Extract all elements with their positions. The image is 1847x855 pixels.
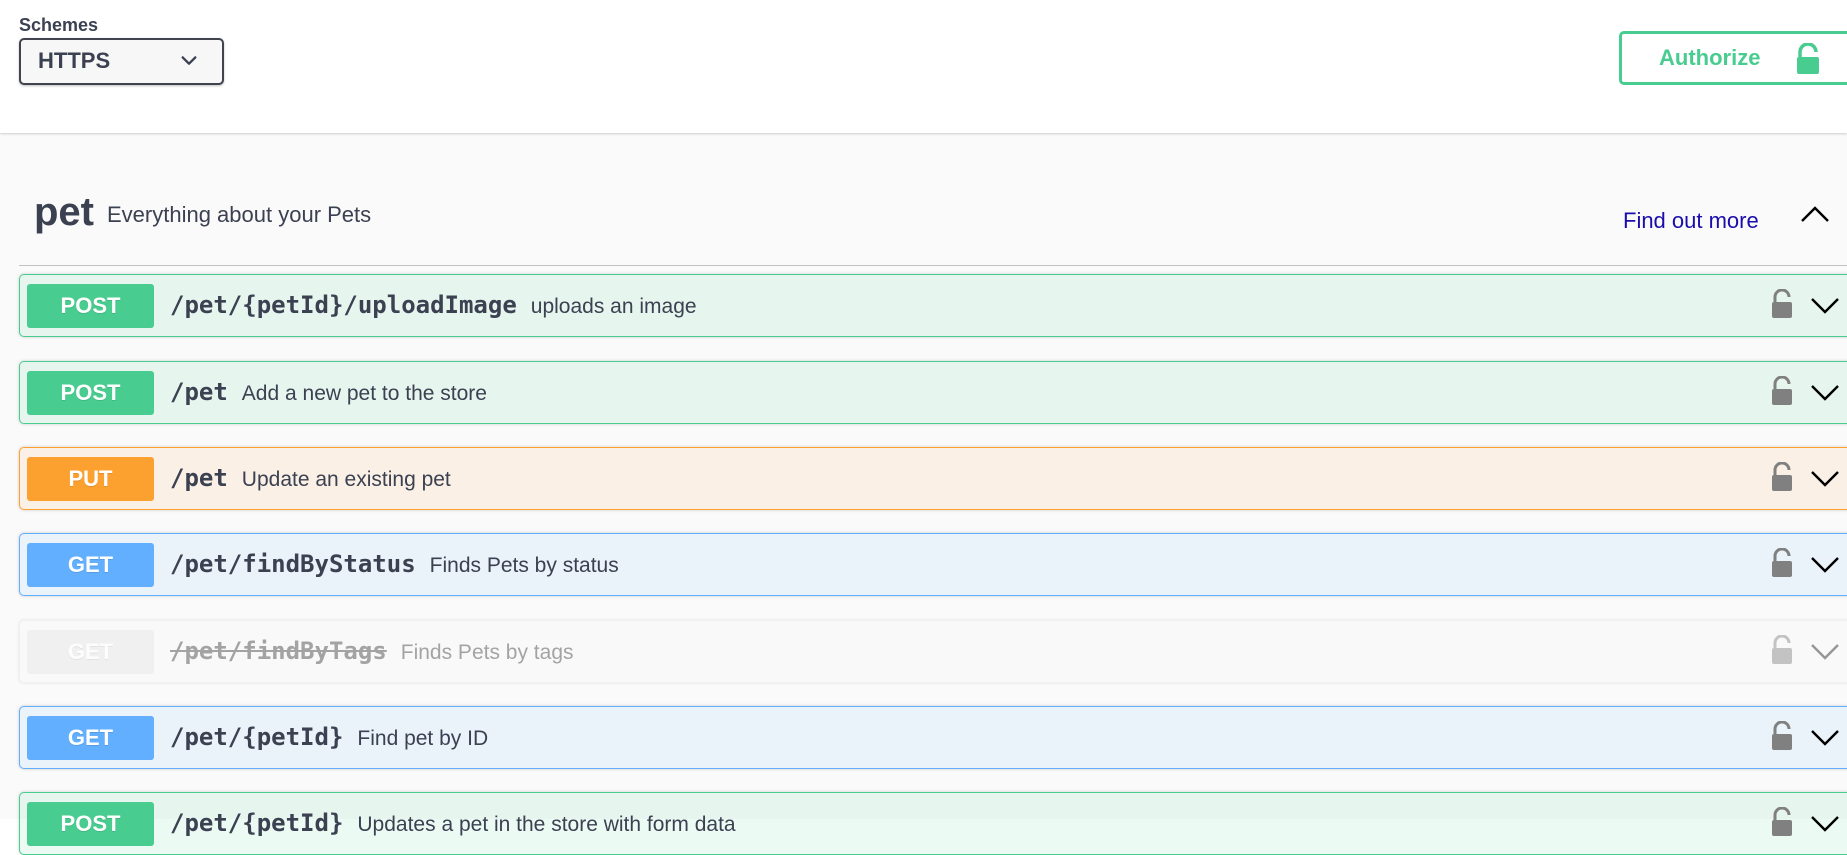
chevron-down-icon [181, 56, 197, 65]
operation-path: /pet/findByStatus [170, 550, 416, 578]
operation-summary: Updates a pet in the store with form dat… [357, 813, 736, 836]
operation-path: /pet/{petId} [170, 723, 344, 751]
chevron-up-icon[interactable] [1799, 199, 1831, 231]
operation-path-wrap: /pet/{petId} Updates a pet in the store w… [170, 809, 736, 837]
operations-area: pet Everything about your Pets Find out … [0, 133, 1847, 855]
unlocked-icon[interactable] [1770, 376, 1794, 406]
unlocked-icon[interactable] [1770, 289, 1794, 319]
operation-path: /pet [170, 378, 228, 406]
operation-path-wrap: /pet/findByTags Finds Pets by tags [170, 637, 574, 665]
tag-name: pet [34, 190, 94, 234]
method-badge: PUT [27, 457, 154, 501]
chevron-down-icon[interactable] [1810, 549, 1840, 579]
chevron-down-icon[interactable] [1810, 290, 1840, 320]
tag-description: Everything about your Pets [107, 202, 372, 227]
schemes-label: Schemes [19, 15, 99, 35]
unlocked-icon[interactable] [1770, 807, 1794, 837]
operation-path: /pet/{petId} [170, 809, 344, 837]
operation-path-wrap: /pet/findByStatus Finds Pets by status [170, 550, 619, 578]
operation-summary: Finds Pets by status [429, 554, 619, 577]
operation-summary: Find pet by ID [357, 727, 489, 750]
operation-path: /pet/{petId}/uploadImage [170, 291, 517, 319]
operation-summary: uploads an image [530, 295, 697, 318]
chevron-down-icon[interactable] [1810, 722, 1840, 752]
operation-summary: Add a new pet to the store [241, 382, 487, 405]
unlocked-icon[interactable] [1770, 721, 1794, 751]
operation-row-deprecated[interactable]: GET /pet/findByTags Finds Pets by tags [19, 620, 1847, 683]
unlocked-icon[interactable] [1770, 462, 1794, 492]
unlocked-icon[interactable] [1770, 635, 1794, 665]
scheme-container: Schemes HTTPS Authorize [0, 0, 1847, 133]
operation-row[interactable]: POST /pet Add a new pet to the store [19, 361, 1847, 424]
operation-path-wrap: /pet Add a new pet to the store [170, 378, 487, 406]
scheme-selected-value: HTTPS [38, 48, 111, 73]
authorize-button[interactable]: Authorize [1619, 31, 1847, 85]
operation-row[interactable]: GET /pet/{petId} Find pet by ID [19, 706, 1847, 769]
tag-section-header[interactable]: pet Everything about your Pets Find out … [19, 133, 1847, 266]
operation-path-wrap: /pet/{petId} Find pet by ID [170, 723, 488, 751]
operation-summary: Update an existing pet [241, 468, 451, 491]
method-badge: POST [27, 802, 154, 846]
authorize-label: Authorize [1659, 45, 1761, 70]
chevron-down-icon[interactable] [1810, 463, 1840, 493]
method-badge: GET [27, 543, 154, 587]
scheme-select[interactable]: HTTPS [19, 38, 224, 85]
method-badge: POST [27, 284, 154, 328]
operation-path-wrap: /pet Update an existing pet [170, 464, 451, 492]
chevron-down-icon[interactable] [1810, 808, 1840, 838]
operation-row[interactable]: GET /pet/findByStatus Finds Pets by statu… [19, 533, 1847, 596]
method-badge: GET [27, 716, 154, 760]
chevron-down-icon[interactable] [1810, 636, 1840, 666]
unlocked-icon[interactable] [1770, 548, 1794, 578]
method-badge: GET [27, 630, 154, 674]
operation-row[interactable]: POST /pet/{petId}/uploadImage uploads an … [19, 274, 1847, 337]
operation-row[interactable]: PUT /pet Update an existing pet [19, 447, 1847, 510]
operation-path: /pet [170, 464, 228, 492]
operation-path-wrap: /pet/{petId}/uploadImage uploads an image [170, 291, 697, 319]
chevron-down-icon[interactable] [1810, 377, 1840, 407]
operation-row[interactable]: POST /pet/{petId} Updates a pet in the st… [19, 792, 1847, 855]
operation-summary: Finds Pets by tags [400, 641, 574, 664]
find-out-more-link[interactable]: Find out more [1623, 208, 1759, 234]
method-badge: POST [27, 371, 154, 415]
unlocked-icon [1797, 43, 1819, 74]
operation-path: /pet/findByTags [170, 637, 387, 665]
